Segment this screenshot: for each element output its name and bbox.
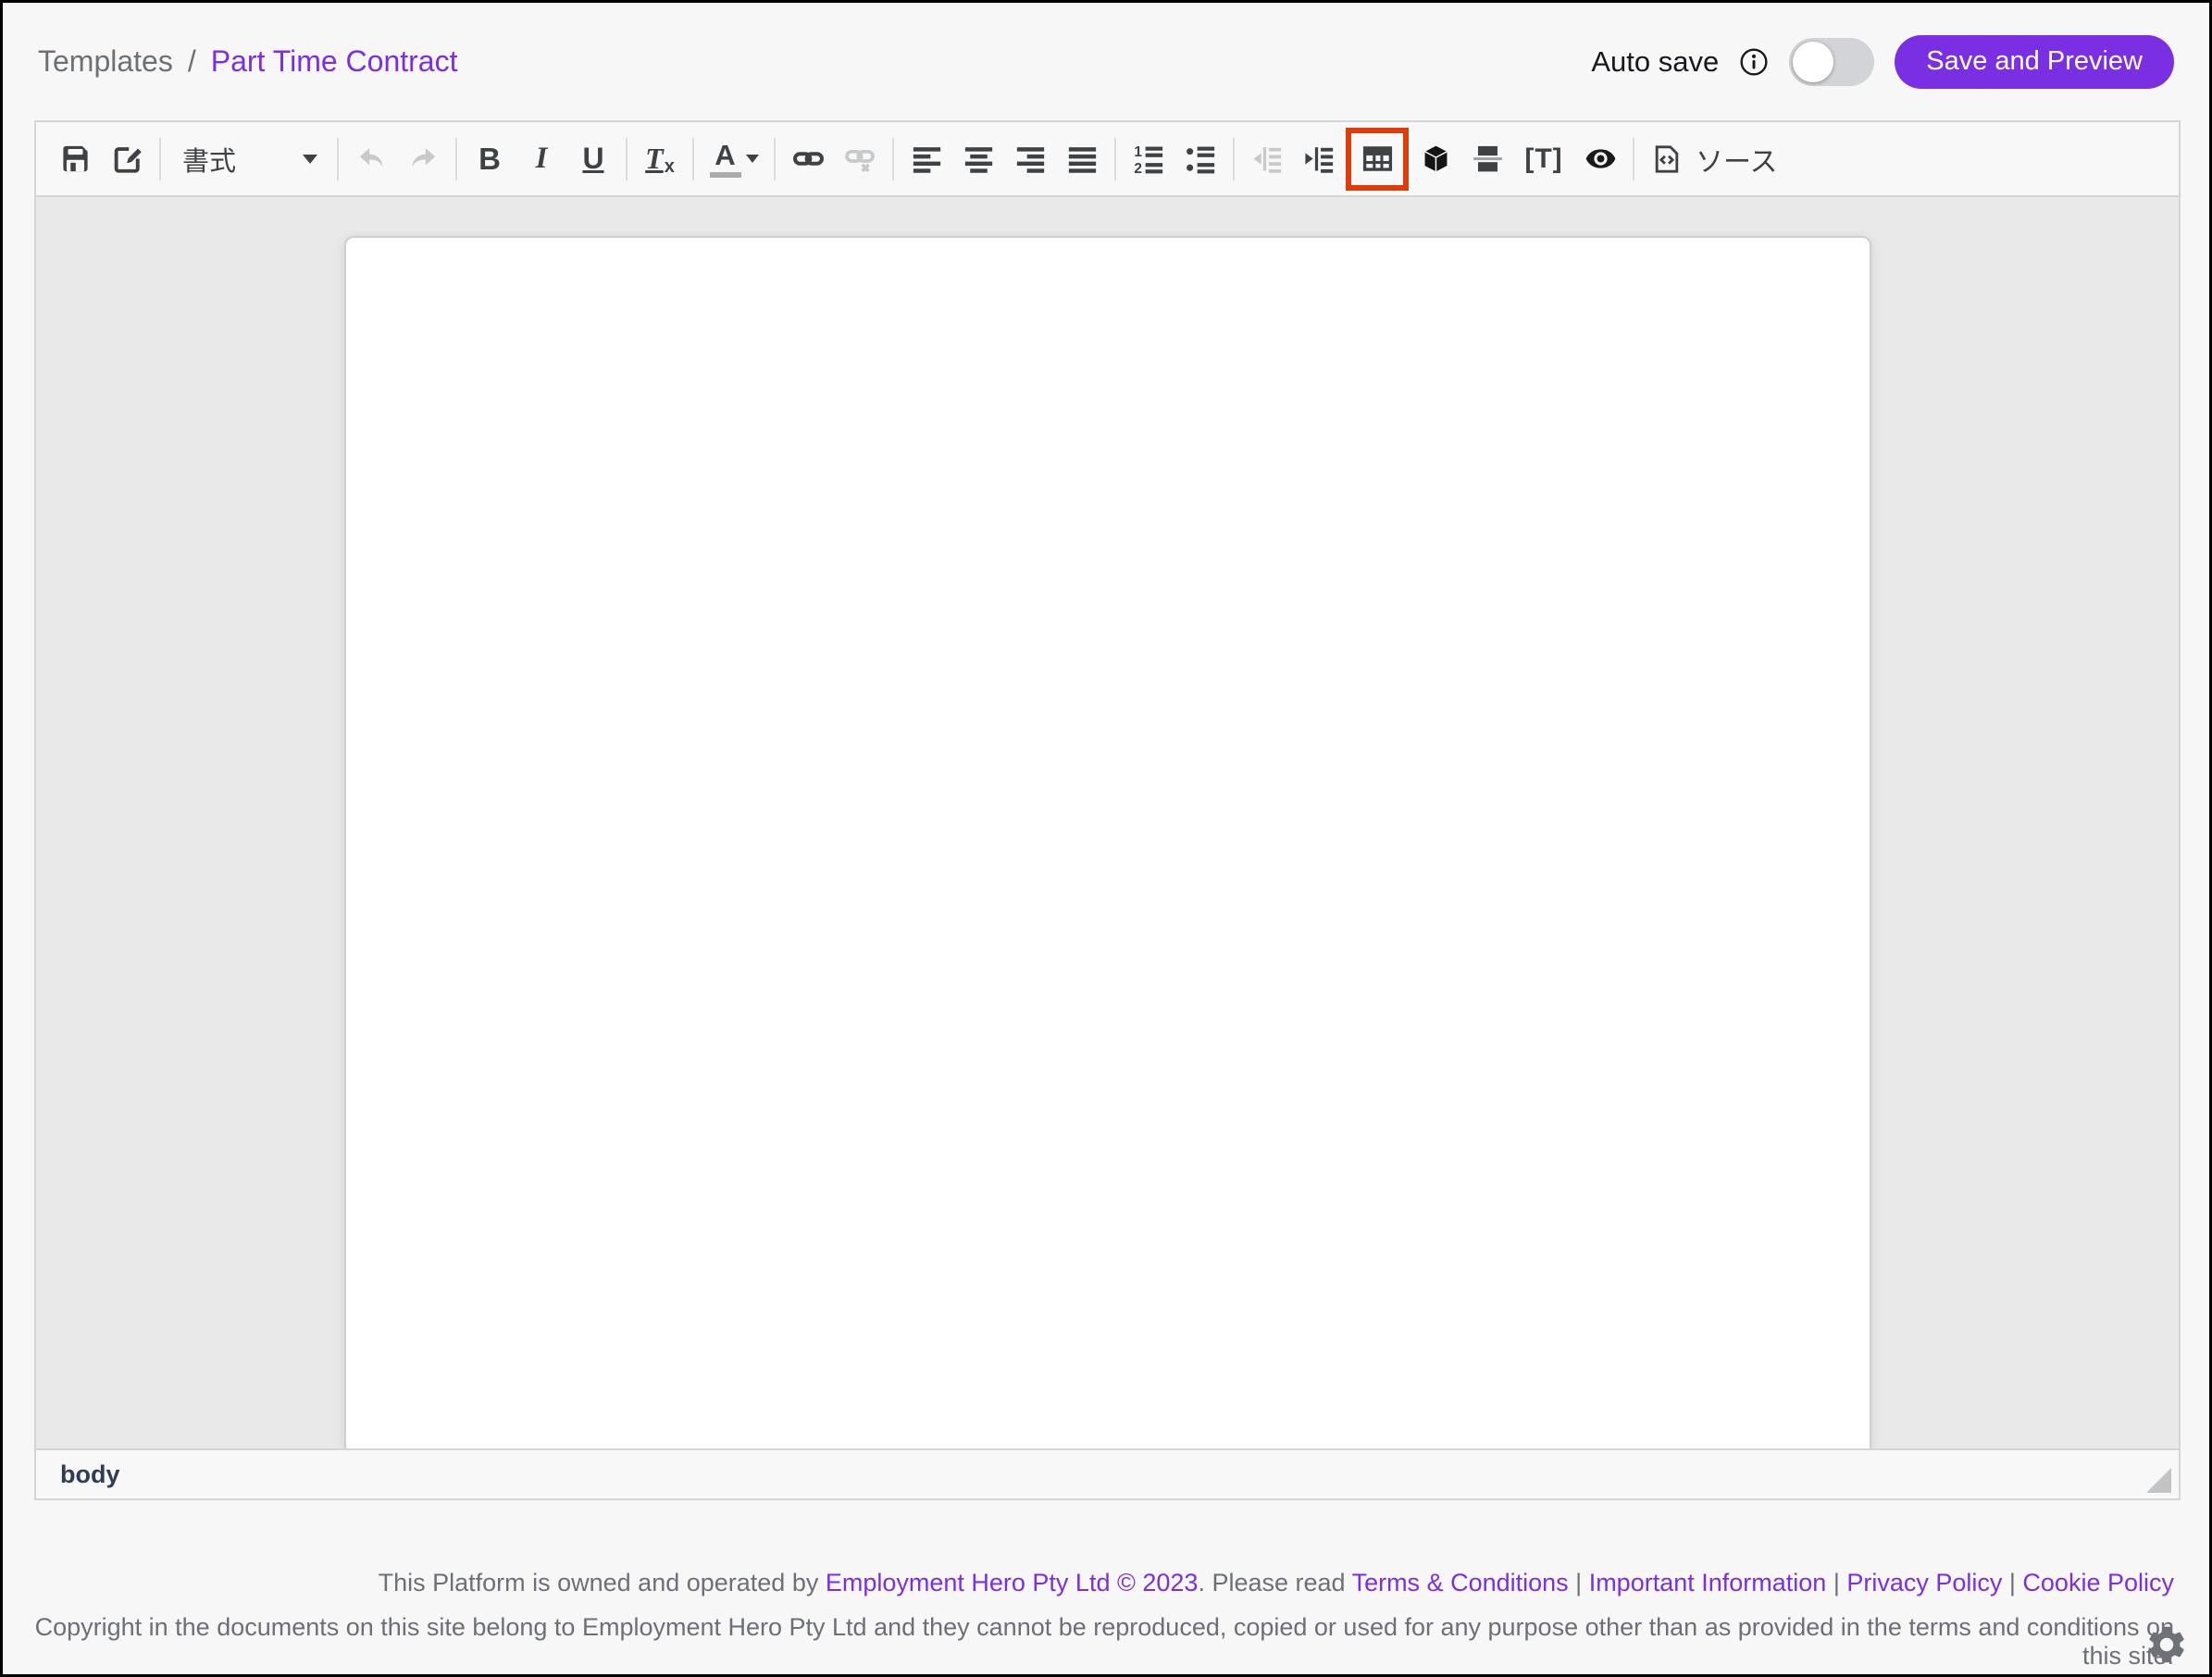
insert-widget-button[interactable] [1410,133,1461,185]
format-dropdown-label: 書式 [182,140,236,179]
format-dropdown[interactable]: 書式 [168,133,330,185]
toolbar-separator [337,138,339,180]
toolbar-separator [892,138,894,180]
toolbar-separator [1114,138,1116,180]
align-right-button[interactable] [1004,133,1056,185]
underline-button[interactable]: U [567,133,619,185]
indent-icon [1302,142,1336,176]
align-left-button[interactable] [901,133,952,185]
header-actions: Auto save Save and Preview [1591,35,2174,89]
save-and-preview-button[interactable]: Save and Preview [1895,35,2174,89]
remove-format-button[interactable]: T x [634,133,686,185]
rich-text-editor: 書式 B I U T x A [34,120,2181,1500]
breadcrumb: Templates / Part Time Contract [38,44,457,79]
remove-format-icon: T [645,142,664,176]
source-code-icon [1650,143,1684,176]
editor-canvas [36,197,2179,1448]
footer-text: This Platform is owned and operated by [379,1569,826,1596]
text-color-icon: A [710,141,741,178]
indent-button[interactable] [1293,133,1345,185]
chevron-down-icon [303,155,317,164]
svg-text:2: 2 [1134,161,1142,176]
redo-icon [406,142,441,176]
resize-handle[interactable] [2146,1468,2171,1493]
align-center-button[interactable] [952,133,1004,185]
toolbar-separator [774,138,776,180]
info-icon[interactable] [1739,47,1769,77]
element-path-body[interactable]: body [60,1460,120,1489]
undo-button[interactable] [345,133,397,185]
toolbar-separator [1233,138,1235,180]
save-icon [58,142,93,176]
toolbar-separator [692,138,694,180]
page-break-icon [1471,142,1505,176]
toggle-knob [1793,42,1833,82]
insert-table-button[interactable] [1352,134,1402,184]
pencil-square-icon [110,142,144,176]
outdent-icon [1250,142,1285,176]
footer-link-cookie-policy[interactable]: Cookie Policy [2022,1569,2174,1596]
eye-icon [1584,142,1618,176]
source-button[interactable]: ソース [1641,133,1787,185]
breadcrumb-divider: / [188,44,196,79]
source-button-label: ソース [1696,139,1778,180]
footer-copyright-line: Copyright in the documents on this site … [3,1613,2174,1671]
token-button[interactable]: [T] [1513,133,1574,185]
save-button[interactable] [49,133,101,185]
link-button[interactable] [782,133,834,185]
numbered-list-button[interactable]: 12 [1123,133,1174,185]
justify-icon [1065,142,1100,176]
autosave-label: Auto save [1591,45,1719,79]
breadcrumb-current-page: Part Time Contract [211,44,458,79]
align-center-icon [962,142,996,176]
outdent-button[interactable] [1241,133,1293,185]
bulleted-list-button[interactable] [1174,133,1226,185]
footer-text: | [2002,1569,2022,1596]
toolbar-separator [455,138,457,180]
bold-button[interactable]: B [464,133,516,185]
link-icon [791,142,826,176]
undo-icon [354,142,389,176]
toolbar-separator [1633,138,1634,180]
footer-legal-line: This Platform is owned and operated by E… [3,1569,2174,1597]
toolbar-separator [159,138,161,180]
svg-text:1: 1 [1134,144,1142,160]
edit-template-button[interactable] [101,133,153,185]
gear-icon [2144,1622,2189,1667]
justify-button[interactable] [1056,133,1108,185]
footer-text: | [1569,1569,1589,1596]
unlink-button[interactable] [834,133,886,185]
align-left-icon [910,142,944,176]
footer-link-privacy-policy[interactable]: Privacy Policy [1846,1569,2002,1596]
footer-text: . Please read [1198,1569,1351,1596]
footer-text: | [1826,1569,1846,1596]
chevron-down-icon [746,155,759,163]
table-icon [1361,142,1395,176]
page-header: Templates / Part Time Contract Auto save… [3,3,2209,120]
editor-toolbar: 書式 B I U T x A [36,122,2179,197]
italic-button[interactable]: I [516,133,567,185]
elements-path-bar: body [36,1448,2179,1498]
editor-page[interactable] [344,236,1871,1448]
footer-link-important-information[interactable]: Important Information [1589,1569,1827,1596]
page-break-button[interactable] [1461,133,1513,185]
page-footer: This Platform is owned and operated by E… [3,1500,2209,1674]
cube-icon [1419,142,1453,176]
footer-link-employment-hero[interactable]: Employment Hero Pty Ltd © 2023 [826,1569,1199,1596]
table-button-highlight [1346,128,1409,191]
bulleted-list-icon [1184,142,1218,176]
preview-button[interactable] [1574,133,1626,185]
redo-button[interactable] [397,133,449,185]
settings-gear-button[interactable] [2144,1622,2189,1667]
toolbar-separator [626,138,628,180]
text-color-button[interactable]: A [701,133,767,185]
align-right-icon [1013,142,1048,176]
breadcrumb-templates-link[interactable]: Templates [38,44,173,79]
footer-link-terms-conditions[interactable]: Terms & Conditions [1352,1569,1569,1596]
unlink-icon [843,142,877,176]
template-editor-screen: { "header": { "breadcrumb": { "root": "T… [0,0,2212,1677]
autosave-toggle[interactable] [1789,38,1874,86]
numbered-list-icon: 12 [1132,142,1166,176]
